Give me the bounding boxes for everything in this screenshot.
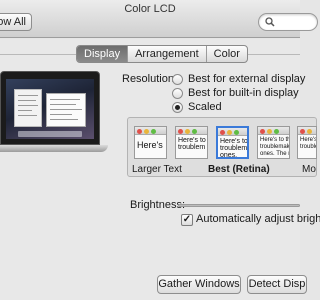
zoom-icon <box>234 129 239 135</box>
zoom-icon <box>192 128 197 134</box>
zoom-icon <box>274 128 279 134</box>
tab-display[interactable]: Display <box>77 46 128 62</box>
close-icon <box>137 128 142 134</box>
detect-displays-button[interactable]: Detect Disp <box>247 275 307 294</box>
window-toolbar: Color LCD ow All <box>0 0 318 38</box>
caption-best-retina: Best (Retina) <box>208 164 270 175</box>
resolution-label: Resolution: <box>122 73 178 85</box>
auto-brightness-checkbox[interactable]: ✓ <box>181 214 193 226</box>
tab-bar: Display Arrangement Color <box>76 45 248 63</box>
close-icon <box>260 128 265 134</box>
tab-divider-left <box>0 54 76 55</box>
radio-label: Scaled <box>188 101 222 113</box>
radio-scaled[interactable]: Scaled <box>172 100 222 114</box>
scale-option-best-retina[interactable]: Here's to troublemak ones. <box>216 126 249 159</box>
thumb-sample-text: Here's to troublemak ones. <box>220 138 248 159</box>
scale-option-4[interactable]: Here's to th troublemake ones. The ro <box>257 126 290 159</box>
thumb-sample-text: Here's to trouble <box>300 137 317 150</box>
laptop-base <box>0 145 108 152</box>
display-pane: Display Arrangement Color Resolution: Be… <box>0 39 320 300</box>
thumb-sample-text: Here's <box>137 140 163 150</box>
radio-best-external[interactable]: Best for external display <box>172 72 305 86</box>
close-icon <box>178 128 183 134</box>
screen-window <box>14 89 42 127</box>
search-field[interactable] <box>258 13 318 31</box>
minimize-icon <box>144 128 149 134</box>
minimize-icon <box>267 128 272 134</box>
radio-label: Best for built-in display <box>188 87 299 99</box>
minimize-icon <box>307 128 312 134</box>
screen-window <box>46 93 86 127</box>
window-title: Color LCD <box>124 3 176 15</box>
caption-more-space: Mo <box>302 164 316 175</box>
laptop-screen <box>6 79 94 139</box>
minimize-icon <box>227 129 232 135</box>
show-all-button[interactable]: ow All <box>0 13 32 31</box>
tab-arrangement[interactable]: Arrangement <box>127 46 206 62</box>
radio-button[interactable] <box>172 101 183 113</box>
zoom-icon <box>151 128 156 134</box>
screen-dock <box>18 131 82 137</box>
brightness-label: Brightness: <box>130 199 186 211</box>
minimize-icon <box>185 128 190 134</box>
tab-color[interactable]: Color <box>205 46 247 62</box>
radio-button[interactable] <box>172 73 183 85</box>
laptop-illustration <box>0 71 108 169</box>
scale-option-larger-text[interactable]: Here's <box>134 126 167 159</box>
gather-windows-button[interactable]: Gather Windows <box>157 275 241 294</box>
radio-label: Best for external display <box>188 73 306 85</box>
thumb-sample-text: Here's to troublem <box>178 137 206 151</box>
scale-option-2[interactable]: Here's to troublem <box>175 126 208 159</box>
scaled-resolution-picker: Here's Here's to troublem Here's to trou… <box>127 117 317 177</box>
auto-brightness-label: Automatically adjust bright <box>196 213 320 225</box>
thumb-sample-text: Here's to th troublemake ones. The ro <box>260 137 290 157</box>
search-icon <box>265 17 275 27</box>
radio-best-builtin[interactable]: Best for built-in display <box>172 86 299 100</box>
close-icon <box>300 128 305 134</box>
caption-larger-text: Larger Text <box>132 164 182 175</box>
scale-option-more-space[interactable]: Here's to trouble <box>297 126 317 159</box>
brightness-slider[interactable] <box>178 204 300 207</box>
close-icon <box>220 129 225 135</box>
radio-button[interactable] <box>172 87 183 99</box>
